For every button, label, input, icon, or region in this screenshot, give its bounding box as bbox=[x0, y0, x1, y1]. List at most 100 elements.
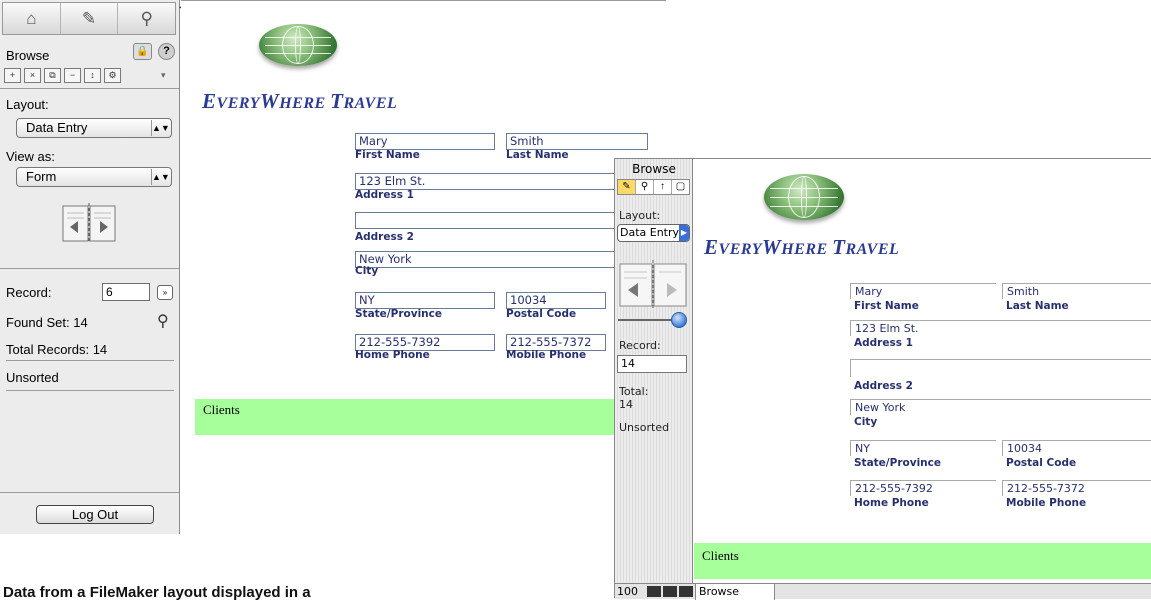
duplicate-record-icon[interactable]: ⧉ bbox=[44, 68, 61, 83]
browse-mode-icon[interactable]: ✎ bbox=[618, 180, 636, 194]
home-phone-field[interactable]: 212-555-7392 bbox=[850, 480, 996, 496]
record-number-input[interactable]: 14 bbox=[617, 355, 687, 373]
divider bbox=[6, 360, 174, 361]
address-1-field[interactable]: 123 Elm St. bbox=[850, 320, 1151, 336]
last-name-label: Last Name bbox=[1006, 300, 1069, 312]
script-icon[interactable]: ⚙ bbox=[104, 68, 121, 83]
toolbar-dropdown-icon[interactable]: ▾ bbox=[161, 70, 166, 81]
mode-icons: ✎ ⚲ ↑ ▢ bbox=[617, 179, 690, 195]
help-icon[interactable]: ? bbox=[158, 43, 175, 60]
mode-tabs: ⌂ ✎ ⚲ bbox=[2, 2, 176, 35]
footer-label: Clients bbox=[702, 548, 739, 563]
record-slider-knob[interactable] bbox=[671, 312, 687, 328]
last-name-label: Last Name bbox=[506, 149, 569, 161]
city-field[interactable]: New York bbox=[850, 399, 1151, 415]
zoom-out-icon[interactable] bbox=[647, 586, 661, 597]
mobile-phone-field[interactable]: 212-555-7372 bbox=[1002, 480, 1151, 496]
record-label: Record: bbox=[6, 285, 52, 300]
layout-popup[interactable]: Data Entry ▲▼ bbox=[16, 118, 172, 138]
view-as-popup-value: Form bbox=[26, 169, 57, 184]
filemaker-window-classic: Browse ✎ ⚲ ↑ ▢ Layout: Data Entry ▶ Reco… bbox=[614, 158, 1151, 600]
globe-logo bbox=[259, 24, 337, 66]
sort-status-text: Unsorted bbox=[6, 370, 59, 385]
omit-record-icon[interactable]: − bbox=[64, 68, 81, 83]
footer-label: Clients bbox=[203, 402, 240, 417]
find-mode-tab[interactable]: ⚲ bbox=[118, 3, 175, 34]
record-number-input[interactable]: 6 bbox=[102, 283, 150, 301]
total-value: 14 bbox=[619, 398, 633, 411]
log-out-button[interactable]: Log Out bbox=[36, 505, 154, 524]
footer-part: Clients bbox=[694, 543, 1151, 579]
address-2-field[interactable] bbox=[850, 359, 1151, 377]
view-as-label: View as: bbox=[6, 149, 55, 164]
find-icon[interactable]: ⚲ bbox=[157, 311, 169, 331]
first-name-label: First Name bbox=[854, 300, 919, 312]
record-toolbar: + × ⧉ − ↕ ⚙ bbox=[4, 68, 121, 83]
preview-mode-icon[interactable]: ▢ bbox=[672, 180, 689, 194]
last-name-field[interactable]: Smith bbox=[1002, 283, 1151, 299]
company-logo-text: EVERYWHERE TRAVEL bbox=[202, 89, 398, 113]
footer-part: Clients bbox=[195, 399, 615, 435]
lock-icon[interactable]: 🔒 bbox=[133, 43, 152, 60]
updown-arrows-icon: ▲▼ bbox=[151, 169, 170, 185]
address-1-label: Address 1 bbox=[355, 189, 414, 201]
postal-code-field[interactable]: 10034 bbox=[506, 292, 606, 309]
zoom-controls bbox=[647, 586, 693, 597]
status-toggle-icon[interactable] bbox=[679, 586, 693, 597]
address-1-label: Address 1 bbox=[854, 337, 913, 349]
address-2-label: Address 2 bbox=[854, 380, 913, 392]
state-field[interactable]: NY bbox=[355, 292, 495, 309]
view-as-popup[interactable]: Form ▲▼ bbox=[16, 167, 172, 187]
total-label: Total: bbox=[619, 385, 649, 398]
magnifier-icon: ⚲ bbox=[140, 8, 153, 28]
state-field[interactable]: NY bbox=[850, 440, 996, 456]
find-mode-icon[interactable]: ⚲ bbox=[636, 180, 654, 194]
divider bbox=[0, 88, 179, 89]
divider bbox=[0, 268, 179, 269]
found-set-text: Found Set: 14 bbox=[6, 315, 88, 330]
sort-icon[interactable]: ↕ bbox=[84, 68, 101, 83]
zoom-level[interactable]: 100 bbox=[617, 585, 638, 598]
browse-mode-tab[interactable]: ⌂ bbox=[3, 3, 61, 34]
pencil-icon: ✎ bbox=[81, 8, 97, 28]
layout-popup-value: Data Entry bbox=[26, 120, 88, 135]
delete-record-icon[interactable]: × bbox=[24, 68, 41, 83]
sort-status-text: Unsorted bbox=[619, 421, 670, 434]
status-area: ⌂ ✎ ⚲ Browse 🔒 ? + × ⧉ − ↕ ⚙ ▾ Layout: D… bbox=[0, 0, 180, 534]
mobile-phone-label: Mobile Phone bbox=[1006, 497, 1087, 509]
city-field[interactable]: New York bbox=[355, 251, 625, 268]
address-2-field[interactable] bbox=[355, 212, 625, 229]
city-label: City bbox=[355, 265, 379, 277]
layout-mode-tab[interactable]: ✎ bbox=[61, 3, 119, 34]
postal-code-label: Postal Code bbox=[506, 308, 577, 320]
figure-caption: Data from a FileMaker layout displayed i… bbox=[3, 584, 311, 601]
new-record-icon[interactable]: + bbox=[4, 68, 21, 83]
company-logo-text: EVERYWHERE TRAVEL bbox=[704, 235, 900, 259]
layout-area: EVERYWHERE TRAVEL Mary First Name Smith … bbox=[694, 159, 1151, 583]
zoom-in-icon[interactable] bbox=[663, 586, 677, 597]
mobile-phone-label: Mobile Phone bbox=[506, 349, 587, 361]
popup-arrow-icon: ▶ bbox=[679, 225, 689, 241]
layout-popup[interactable]: Data Entry ▶ bbox=[617, 224, 690, 242]
book-navigator-icon[interactable] bbox=[62, 203, 116, 243]
address-1-field[interactable]: 123 Elm St. bbox=[355, 173, 625, 190]
total-records-text: Total Records: 14 bbox=[6, 342, 108, 357]
divider bbox=[0, 492, 179, 493]
first-name-field[interactable]: Mary bbox=[355, 133, 495, 150]
go-to-record-button[interactable]: » bbox=[157, 285, 173, 300]
state-label: State/Province bbox=[854, 457, 941, 469]
home-phone-label: Home Phone bbox=[355, 349, 430, 361]
postal-code-field[interactable]: 10034 bbox=[1002, 440, 1151, 456]
address-2-label: Address 2 bbox=[355, 231, 414, 243]
status-area: Browse ✎ ⚲ ↑ ▢ Layout: Data Entry ▶ Reco… bbox=[615, 159, 693, 583]
layout-area: EVERYWHERE TRAVEL Mary First Name Smith … bbox=[181, 0, 666, 534]
first-name-field[interactable]: Mary bbox=[850, 283, 996, 299]
mode-label: Browse bbox=[6, 48, 50, 63]
layout-label: Layout: bbox=[6, 97, 49, 112]
layout-mode-icon[interactable]: ↑ bbox=[654, 180, 672, 194]
layout-label: Layout: bbox=[619, 209, 661, 222]
window-bottom-bar: 100 Browse bbox=[615, 583, 1151, 600]
book-navigator-icon[interactable] bbox=[619, 260, 687, 308]
home-icon: ⌂ bbox=[26, 8, 37, 28]
last-name-field[interactable]: Smith bbox=[506, 133, 648, 150]
